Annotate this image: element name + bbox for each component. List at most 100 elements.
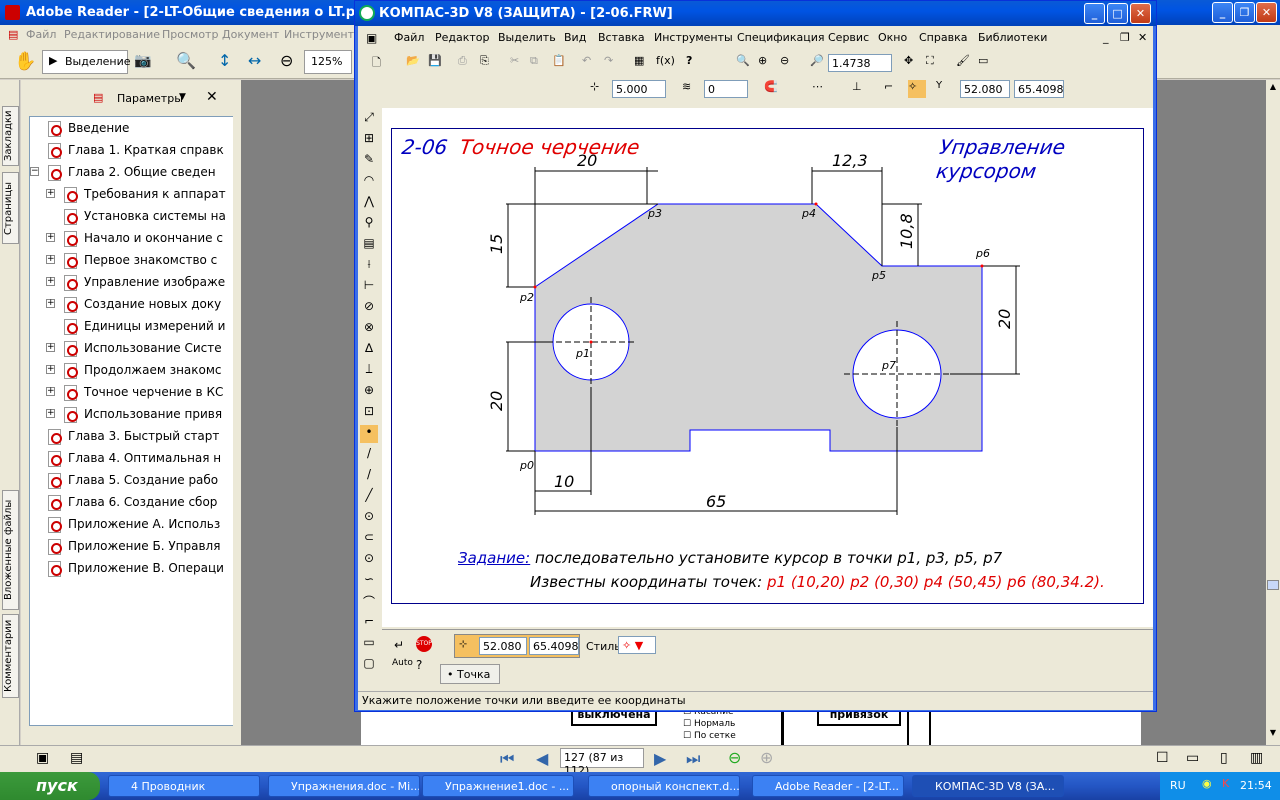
taskbar-item[interactable]: 4 Проводник	[108, 775, 260, 797]
open-icon[interactable]: 📂	[406, 54, 424, 72]
zoom-in-icon[interactable]: ⊕	[758, 54, 776, 72]
layer-field[interactable]: 0	[704, 80, 748, 98]
tool-icon[interactable]: ▢	[360, 656, 378, 674]
forward-icon[interactable]: ⊕	[760, 748, 773, 767]
antivirus-icon[interactable]: K	[1222, 777, 1229, 790]
taskbar-item[interactable]: опорный конспект.d...	[588, 775, 740, 797]
help-cursor-icon[interactable]: ?	[686, 54, 704, 72]
tool-icon[interactable]: ⤢	[360, 110, 378, 128]
style-select[interactable]: ✧ ▼	[618, 636, 656, 654]
menu-file[interactable]: Файл	[26, 28, 56, 41]
tool-icon[interactable]: ⚲	[360, 215, 378, 233]
tab-bookmarks[interactable]: Закладки	[2, 106, 19, 166]
prop-x-field[interactable]: 52.080	[479, 637, 527, 655]
options-menu[interactable]: Параметры	[117, 92, 183, 105]
facing-icon[interactable]: ▯	[1220, 750, 1228, 766]
tool-icon[interactable]: ∽	[360, 572, 378, 590]
kmenu-insert[interactable]: Вставка	[598, 31, 645, 44]
expand-icon[interactable]: +	[46, 189, 55, 198]
tool-icon[interactable]: ◠	[360, 173, 378, 191]
first-page-icon[interactable]: ⏮	[500, 749, 514, 769]
expand-icon[interactable]: +	[46, 255, 55, 264]
restore-button[interactable]: ❐	[1234, 2, 1255, 23]
tool-icon[interactable]: ⊂	[360, 530, 378, 548]
tab-comments[interactable]: Комментарии	[2, 614, 19, 698]
tool-icon[interactable]: ⊕	[360, 383, 378, 401]
drawing-canvas[interactable]: 2-06 Точное черчение Управление курсором	[382, 108, 1153, 627]
panel-splitter[interactable]	[233, 80, 241, 745]
expand-icon[interactable]: +	[46, 365, 55, 374]
vertical-scrollbar[interactable]: ▲ ▼	[1266, 80, 1280, 745]
tool-icon[interactable]: /	[360, 446, 378, 464]
hand-tool-icon[interactable]: ✋	[14, 51, 36, 72]
zoom-out-icon[interactable]: ⊖	[280, 51, 293, 70]
start-button[interactable]: пуск	[0, 772, 100, 800]
tool-icon[interactable]: ⊗	[360, 320, 378, 338]
taskbar-item[interactable]: Упражнение1.doc - ...	[422, 775, 574, 797]
menu-tools[interactable]: Инструменты	[284, 28, 363, 41]
expand-icon[interactable]: +	[46, 277, 55, 286]
menu-edit[interactable]: Редактирование	[64, 28, 160, 41]
snapshot-icon[interactable]: 📷	[134, 53, 151, 69]
kmenu-window[interactable]: Окно	[878, 31, 907, 44]
preview-icon[interactable]: ⎘	[480, 54, 498, 72]
tab-point[interactable]: • Точка	[440, 664, 500, 684]
scroll-up-icon[interactable]: ▲	[1267, 82, 1279, 96]
expand-icon[interactable]: +	[46, 233, 55, 242]
scroll-down-icon[interactable]: ▼	[1267, 728, 1279, 742]
minimize-button[interactable]: _	[1212, 2, 1233, 23]
tool-icon[interactable]: ⟘	[360, 362, 378, 380]
close-panel-icon[interactable]: ✕	[206, 89, 218, 105]
undo-icon[interactable]: ↶	[582, 54, 600, 72]
tool-icon[interactable]: /	[360, 467, 378, 485]
print-icon[interactable]: ⎙	[458, 54, 476, 72]
fit-icon[interactable]: ⛶	[926, 54, 944, 72]
doc-restore-icon[interactable]: ❐	[1120, 31, 1130, 44]
expand-icon[interactable]: +	[46, 409, 55, 418]
tool-icon[interactable]: ⊘	[360, 299, 378, 317]
tool-icon[interactable]: ∆	[360, 341, 378, 359]
tray-icon[interactable]: ◉	[1202, 777, 1212, 790]
last-page-icon[interactable]: ⏭	[686, 749, 700, 769]
display-icon[interactable]: ▣	[36, 750, 49, 766]
zoom-out-icon[interactable]: ⊖	[780, 54, 798, 72]
variables-icon[interactable]: f(x)	[656, 54, 675, 72]
properties-icon[interactable]: ▦	[634, 54, 652, 72]
fit-width-icon[interactable]: ↔	[248, 51, 261, 70]
tool-icon[interactable]: ⊢	[360, 278, 378, 296]
chevron-down-icon[interactable]: ▼	[179, 92, 186, 102]
taskbar-item[interactable]: Adobe Reader - [2-LT...	[752, 775, 904, 797]
cursor-y-field[interactable]: 65.4098	[1014, 80, 1064, 98]
zoom-icon[interactable]: 🔍	[176, 51, 196, 70]
select-tool-button[interactable]: ▶ Выделение	[42, 50, 131, 74]
next-page-icon[interactable]: ▶	[654, 749, 666, 768]
doc-close-icon[interactable]: ✕	[1138, 31, 1147, 44]
tool-icon[interactable]: ⌐	[360, 614, 378, 632]
redo-icon[interactable]: ↷	[604, 54, 622, 72]
zoom-scale-field[interactable]: 1.4738	[828, 54, 892, 72]
tool-icon[interactable]: ╱	[360, 488, 378, 506]
menu-view[interactable]: Просмотр	[162, 28, 218, 41]
enter-icon[interactable]: ↵	[394, 638, 404, 652]
paste-icon[interactable]: 📋	[552, 54, 570, 72]
prev-page-icon[interactable]: ◀	[536, 749, 548, 768]
language-indicator[interactable]: RU	[1170, 779, 1186, 792]
tool-icon[interactable]: ▭	[360, 635, 378, 653]
kompas-maximize-button[interactable]: □	[1107, 3, 1128, 24]
tool-icon[interactable]: ⋀	[360, 194, 378, 212]
kmenu-view[interactable]: Вид	[564, 31, 586, 44]
round-icon[interactable]: ✧	[908, 80, 926, 98]
auto-toggle[interactable]: Auto	[392, 658, 413, 668]
kmenu-libraries[interactable]: Библиотеки	[978, 31, 1047, 44]
grid-icon[interactable]: ⋯	[812, 80, 830, 98]
zoom-scale-icon[interactable]: 🔎	[810, 54, 828, 72]
fit-page-icon[interactable]: ↕	[218, 51, 231, 70]
new-doc-icon[interactable]: 🗋	[372, 54, 390, 72]
tool-icon[interactable]: ⊡	[360, 404, 378, 422]
expand-icon[interactable]: +	[46, 387, 55, 396]
tool-icon[interactable]: •	[360, 425, 378, 443]
tool-icon[interactable]: ✎	[360, 152, 378, 170]
kompas-close-button[interactable]: ✕	[1130, 3, 1151, 24]
menu-document[interactable]: Документ	[222, 28, 279, 41]
stop-icon[interactable]: STOP	[416, 636, 432, 652]
